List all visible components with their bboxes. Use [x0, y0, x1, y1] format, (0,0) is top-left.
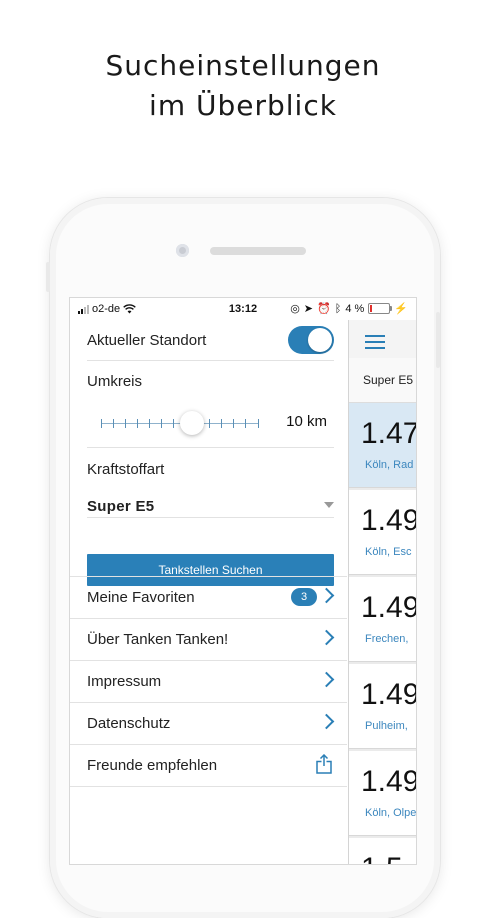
- station-location: Köln, Esc: [365, 546, 412, 558]
- station-location: Köln, Olpe: [365, 807, 416, 819]
- radius-value: 10 km: [286, 413, 327, 430]
- favorites-count-badge: 3: [291, 588, 317, 606]
- menu-item-privacy[interactable]: Datenschutz: [87, 703, 335, 744]
- station-location: Frechen,: [365, 633, 409, 645]
- radius-slider-thumb[interactable]: [180, 411, 204, 435]
- station-card[interactable]: 1.49 Köln, Olpe: [349, 751, 416, 836]
- station-price: 1.49: [361, 765, 416, 798]
- station-card[interactable]: 1.49 Pulheim,: [349, 664, 416, 749]
- toggle-knob: [308, 328, 332, 352]
- earpiece-speaker: [210, 247, 306, 255]
- fuel-tab[interactable]: Super E5: [349, 358, 416, 403]
- imprint-label: Impressum: [87, 673, 162, 690]
- promo-headline: Sucheinstellungen im Überblick: [0, 46, 486, 126]
- share-icon: [316, 754, 332, 774]
- front-camera: [176, 244, 189, 257]
- station-card[interactable]: 1.49 Köln, Esc: [349, 490, 416, 575]
- favorites-label: Meine Favoriten: [87, 589, 195, 606]
- bluetooth-icon: ᛒ: [334, 302, 342, 315]
- station-price: 1.5: [361, 852, 403, 864]
- station-price: 1.47: [361, 417, 416, 450]
- station-price: 1.49: [361, 591, 416, 624]
- hamburger-menu-icon[interactable]: [365, 335, 385, 353]
- menu-item-favorites[interactable]: Meine Favoriten 3: [87, 577, 335, 618]
- station-card[interactable]: 1.47 Köln, Rad: [349, 403, 416, 488]
- radius-label: Umkreis: [87, 373, 142, 390]
- alarm-icon: ⏰: [317, 303, 331, 315]
- menu-item-about[interactable]: Über Tanken Tanken!: [87, 619, 335, 660]
- settings-panel: Aktueller Standort Umkreis 10 km Kraftst…: [70, 320, 347, 864]
- station-price: 1.49: [361, 678, 416, 711]
- station-location: Pulheim,: [365, 720, 408, 732]
- headline-line-2: im Überblick: [149, 89, 337, 122]
- chevron-right-icon: [318, 671, 335, 688]
- station-list-overlay: Super E5 1.47 Köln, Rad 1.49 Köln, Esc 1…: [348, 320, 416, 864]
- station-location: Köln, Rad: [365, 459, 414, 471]
- battery-icon: [368, 303, 393, 314]
- location-arrow-icon: ➤: [303, 303, 314, 315]
- status-icons: ◎ ➤ ⏰ ᛒ 4 % ⚡: [290, 302, 408, 316]
- fuel-type-select[interactable]: Super E5: [87, 498, 154, 515]
- chevron-right-icon: [318, 629, 335, 646]
- chevron-right-icon: [318, 587, 335, 604]
- station-card[interactable]: 1.5: [349, 838, 416, 864]
- headline-line-1: Sucheinstellungen: [105, 49, 381, 82]
- menu-divider: [70, 786, 347, 787]
- station-card[interactable]: 1.49 Frechen,: [349, 577, 416, 662]
- fuel-type-label: Kraftstoffart: [87, 461, 165, 478]
- about-label: Über Tanken Tanken!: [87, 631, 229, 648]
- station-price: 1.49: [361, 504, 416, 537]
- location-toggle[interactable]: [288, 326, 334, 354]
- list-header: [349, 320, 416, 358]
- chevron-right-icon: [318, 713, 335, 730]
- fuel-type-row[interactable]: Kraftstoffart Super E5: [87, 448, 334, 518]
- lock-rotation-icon: ◎: [290, 303, 300, 315]
- location-row: Aktueller Standort: [87, 320, 334, 361]
- radius-row: Umkreis 10 km: [87, 361, 334, 448]
- location-label: Aktueller Standort: [87, 332, 207, 349]
- menu-item-imprint[interactable]: Impressum: [87, 661, 335, 702]
- status-bar: o2-de 13:12 ◎ ➤ ⏰ ᛒ 4 % ⚡: [70, 298, 416, 320]
- menu-item-recommend[interactable]: Freunde empfehlen: [87, 745, 334, 786]
- phone-screen: o2-de 13:12 ◎ ➤ ⏰ ᛒ 4 % ⚡ Aktueller Stan…: [70, 298, 416, 864]
- fuel-tab-label: Super E5: [363, 373, 414, 387]
- privacy-label: Datenschutz: [87, 715, 171, 732]
- charging-icon: ⚡: [394, 303, 408, 315]
- recommend-label: Freunde empfehlen: [87, 757, 218, 774]
- mute-switch: [46, 262, 50, 292]
- power-button: [436, 312, 440, 368]
- battery-percent: 4 %: [345, 302, 365, 315]
- dropdown-arrow-icon: [324, 502, 334, 508]
